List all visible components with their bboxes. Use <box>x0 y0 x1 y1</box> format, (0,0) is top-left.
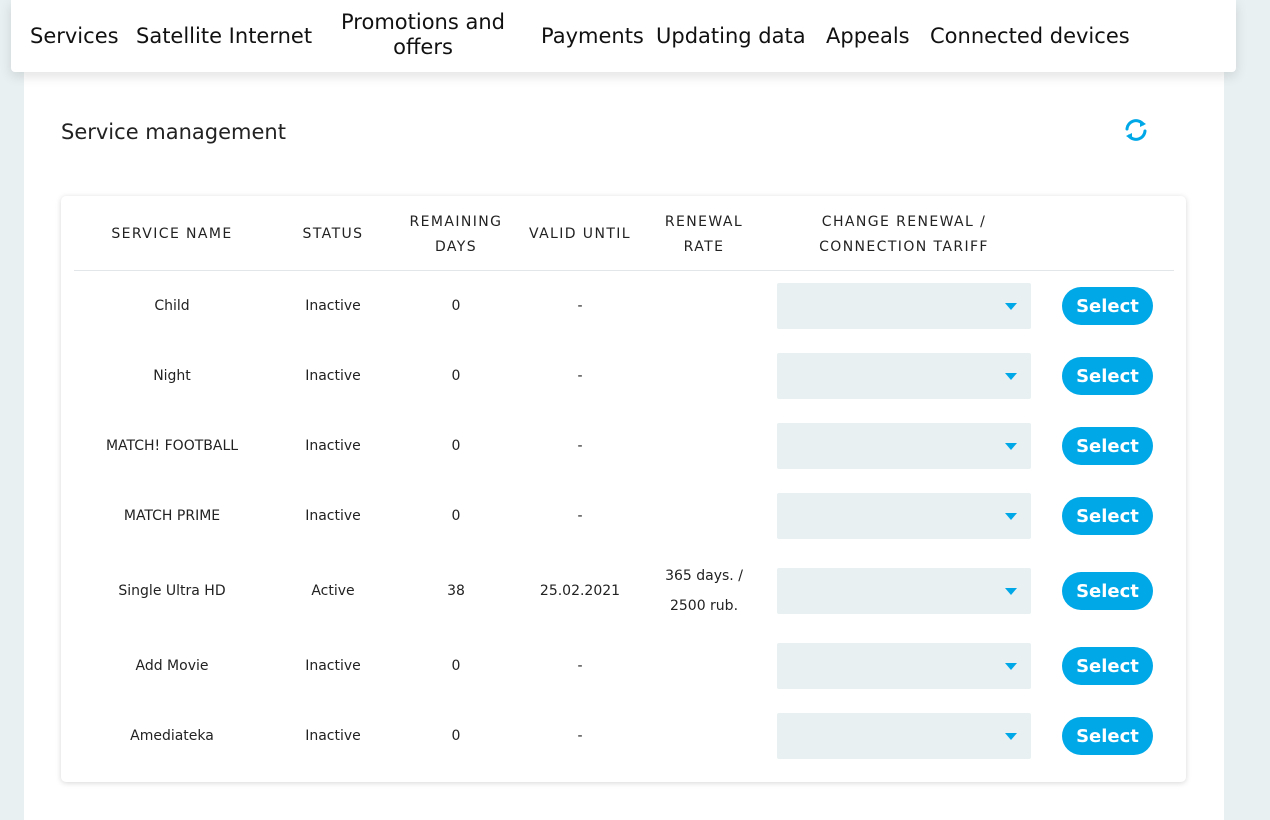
chevron-down-icon <box>1005 443 1017 450</box>
chevron-down-icon <box>1005 513 1017 520</box>
tariff-dropdown[interactable] <box>777 493 1031 539</box>
page-title: Service management <box>61 120 286 144</box>
header-service-name: SERVICE NAME <box>111 226 233 242</box>
valid-until: - <box>577 368 583 384</box>
valid-until: - <box>577 728 583 744</box>
tariff-dropdown[interactable] <box>777 643 1031 689</box>
valid-until: - <box>577 658 583 674</box>
select-button[interactable]: Select <box>1062 357 1153 395</box>
nav-item-updating-data[interactable]: Updating data <box>656 24 806 48</box>
services-table: SERVICE NAME STATUS REMAINING DAYS VALID… <box>61 196 1186 782</box>
renewal-rate: 365 days. / 2500 rub. <box>665 568 743 614</box>
chevron-down-icon <box>1005 303 1017 310</box>
chevron-down-icon <box>1005 373 1017 380</box>
remaining-days: 0 <box>451 728 461 744</box>
service-name: MATCH PRIME <box>123 508 221 524</box>
service-status: Inactive <box>305 728 361 744</box>
nav-item-services[interactable]: Services <box>30 24 119 48</box>
service-status: Inactive <box>305 298 361 314</box>
service-status: Inactive <box>305 508 361 524</box>
refresh-icon[interactable] <box>1123 117 1149 143</box>
select-button[interactable]: Select <box>1062 717 1153 755</box>
remaining-days: 0 <box>451 368 461 384</box>
service-name: Single Ultra HD <box>118 583 226 599</box>
valid-until: - <box>577 508 583 524</box>
service-name: MATCH! FOOTBALL <box>105 438 239 454</box>
nav-item-appeals[interactable]: Appeals <box>826 24 910 48</box>
tariff-dropdown[interactable] <box>777 283 1031 329</box>
nav-item-payments[interactable]: Payments <box>541 24 644 48</box>
tariff-dropdown[interactable] <box>777 568 1031 614</box>
header-divider <box>74 270 1174 271</box>
service-name: Night <box>153 368 191 384</box>
valid-until: - <box>577 438 583 454</box>
select-button[interactable]: Select <box>1062 497 1153 535</box>
select-button[interactable]: Select <box>1062 647 1153 685</box>
select-button[interactable]: Select <box>1062 572 1153 610</box>
select-button[interactable]: Select <box>1062 427 1153 465</box>
service-status: Inactive <box>305 438 361 454</box>
header-valid-until: VALID UNTIL <box>528 226 632 242</box>
service-status: Inactive <box>305 368 361 384</box>
top-navigation: Services Satellite Internet Promotions a… <box>11 0 1236 72</box>
chevron-down-icon <box>1005 663 1017 670</box>
remaining-days: 0 <box>451 438 461 454</box>
chevron-down-icon <box>1005 588 1017 595</box>
valid-until: 25.02.2021 <box>539 583 621 599</box>
service-name: Amediateka <box>130 728 214 744</box>
header-status: STATUS <box>302 226 364 242</box>
nav-item-satellite-internet[interactable]: Satellite Internet <box>136 24 312 48</box>
service-status: Inactive <box>305 658 361 674</box>
select-button[interactable]: Select <box>1062 287 1153 325</box>
service-status: Active <box>311 583 355 599</box>
tariff-dropdown[interactable] <box>777 713 1031 759</box>
remaining-days: 0 <box>451 508 461 524</box>
tariff-dropdown[interactable] <box>777 353 1031 399</box>
tariff-dropdown[interactable] <box>777 423 1031 469</box>
header-change-tariff: CHANGE RENEWAL / CONNECTION TARIFF <box>819 214 989 255</box>
chevron-down-icon <box>1005 733 1017 740</box>
nav-item-connected-devices[interactable]: Connected devices <box>930 24 1130 48</box>
nav-item-promotions[interactable]: Promotions and offers <box>333 10 513 60</box>
header-remaining-days: REMAINING DAYS <box>409 214 503 255</box>
remaining-days: 0 <box>451 658 461 674</box>
valid-until: - <box>577 298 583 314</box>
service-name: Child <box>154 298 190 314</box>
remaining-days: 38 <box>447 583 465 599</box>
remaining-days: 0 <box>451 298 461 314</box>
service-name: Add Movie <box>135 658 209 674</box>
header-renewal-rate: RENEWAL RATE <box>664 214 744 255</box>
